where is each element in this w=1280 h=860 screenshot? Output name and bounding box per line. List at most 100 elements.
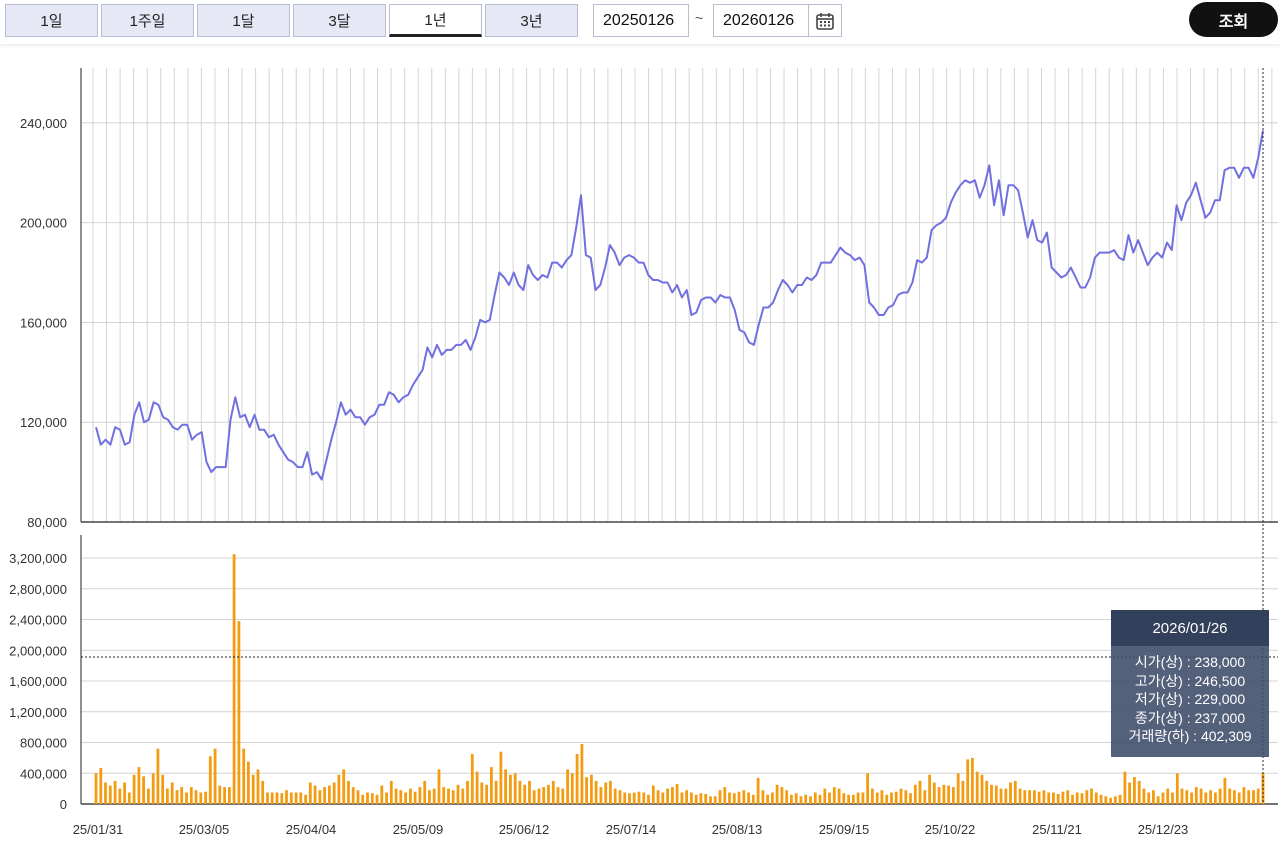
period-button-1day[interactable]: 1일 xyxy=(5,4,98,37)
volume-bar xyxy=(1018,788,1022,804)
volume-bar xyxy=(1056,794,1060,804)
volume-bar xyxy=(418,787,422,804)
end-date-input[interactable]: 20260126 xyxy=(713,4,809,37)
volume-bar xyxy=(628,793,631,804)
search-button[interactable]: 조회 xyxy=(1189,2,1278,37)
volume-bar xyxy=(94,773,98,804)
volume-bar xyxy=(366,792,369,804)
period-button-1year[interactable]: 1년 xyxy=(389,4,482,37)
volume-bar xyxy=(899,788,903,804)
calendar-button[interactable] xyxy=(808,4,842,37)
volume-bar xyxy=(99,768,103,804)
volume-bar xyxy=(442,787,446,804)
volume-bar xyxy=(1171,792,1174,804)
volume-bar xyxy=(742,790,746,804)
volume-bar xyxy=(223,787,226,804)
volume-bar xyxy=(409,788,412,804)
tooltip-close: 종가(상) : 237,000 xyxy=(1134,709,1246,726)
x-axis-date-label: 25/04/04 xyxy=(286,822,337,837)
volume-bar xyxy=(428,790,431,804)
volume-bar xyxy=(704,794,708,804)
volume-bar xyxy=(590,774,593,804)
volume-bar xyxy=(1075,792,1079,804)
volume-bar xyxy=(470,754,474,804)
volume-bar xyxy=(437,769,441,804)
volume-bar xyxy=(580,744,584,804)
volume-bar xyxy=(747,792,750,804)
volume-bar xyxy=(447,788,450,804)
volume-bar xyxy=(266,792,269,804)
volume-bar xyxy=(537,788,541,804)
volume-bar xyxy=(885,794,889,804)
period-button-3years[interactable]: 3년 xyxy=(485,4,578,37)
volume-bar xyxy=(275,792,279,804)
period-button-1month[interactable]: 1달 xyxy=(197,4,290,37)
volume-bar xyxy=(737,791,741,804)
volume-bar xyxy=(1142,788,1146,804)
price-axis-tick-label: 160,000 xyxy=(20,315,67,330)
volume-bar xyxy=(208,756,212,804)
volume-bar xyxy=(299,792,303,804)
volume-bar xyxy=(385,792,388,804)
volume-bar xyxy=(490,767,493,804)
period-button-1week[interactable]: 1주일 xyxy=(101,4,194,37)
start-date-input[interactable]: 20250126 xyxy=(593,4,689,37)
volume-bar xyxy=(890,792,893,804)
x-axis-date-label: 25/10/22 xyxy=(925,822,976,837)
volume-bar xyxy=(213,748,217,804)
volume-bar xyxy=(199,792,203,804)
volume-bar xyxy=(108,785,112,804)
volume-bar xyxy=(475,771,479,804)
price-axis-tick-label: 200,000 xyxy=(20,216,67,231)
price-axis-tick-label: 80,000 xyxy=(27,515,67,530)
volume-bar xyxy=(961,780,965,804)
period-button-3months[interactable]: 3달 xyxy=(293,4,386,37)
volume-bar xyxy=(166,788,169,804)
volume-bar xyxy=(1013,780,1017,804)
volume-bar xyxy=(161,774,165,804)
crosshair-tooltip: 2026/01/26 시가(상) : 238,000 고가(상) : 246,5… xyxy=(1111,610,1269,757)
volume-bar xyxy=(461,788,465,804)
volume-bar xyxy=(1133,777,1136,804)
volume-bar xyxy=(389,780,393,804)
volume-bar xyxy=(323,787,326,804)
volume-bar xyxy=(556,787,560,804)
volume-bar xyxy=(451,790,455,804)
volume-bar xyxy=(1228,788,1232,804)
volume-bar xyxy=(928,774,931,804)
volume-bar xyxy=(847,794,850,804)
tooltip-high: 고가(상) : 246,500 xyxy=(1134,672,1246,689)
calendar-icon xyxy=(816,12,834,30)
volume-bar xyxy=(547,784,550,804)
volume-bar xyxy=(1094,792,1098,804)
volume-bar xyxy=(432,788,436,804)
volume-bar xyxy=(651,785,655,804)
volume-bar xyxy=(509,774,512,804)
volume-bar xyxy=(570,773,574,804)
volume-bar xyxy=(685,790,688,804)
volume-bar xyxy=(404,792,407,804)
x-axis-date-label: 25/08/13 xyxy=(712,822,763,837)
volume-bar xyxy=(332,782,336,804)
volume-bar xyxy=(375,794,379,804)
x-axis-date-label: 25/03/05 xyxy=(179,822,230,837)
date-range-separator: ~ xyxy=(695,10,704,26)
volume-bar xyxy=(1237,792,1241,804)
volume-bar xyxy=(637,791,641,804)
volume-bar xyxy=(723,787,727,804)
volume-bar xyxy=(342,769,346,804)
volume-bar xyxy=(709,796,712,804)
volume-bar xyxy=(1009,782,1012,804)
volume-bar xyxy=(751,794,755,804)
volume-bar xyxy=(1052,792,1055,804)
volume-bar xyxy=(985,780,989,804)
volume-bar xyxy=(1047,792,1051,804)
volume-bar xyxy=(1156,796,1160,804)
volume-axis-tick-label: 1,600,000 xyxy=(9,674,67,689)
volume-bar xyxy=(599,787,603,804)
volume-axis-tick-label: 400,000 xyxy=(20,766,67,781)
volume-bar xyxy=(347,780,350,804)
volume-axis-tick-label: 2,400,000 xyxy=(9,613,67,628)
tooltip-volume: 거래량(하) : 402,309 xyxy=(1128,728,1252,744)
volume-bar xyxy=(232,554,236,804)
